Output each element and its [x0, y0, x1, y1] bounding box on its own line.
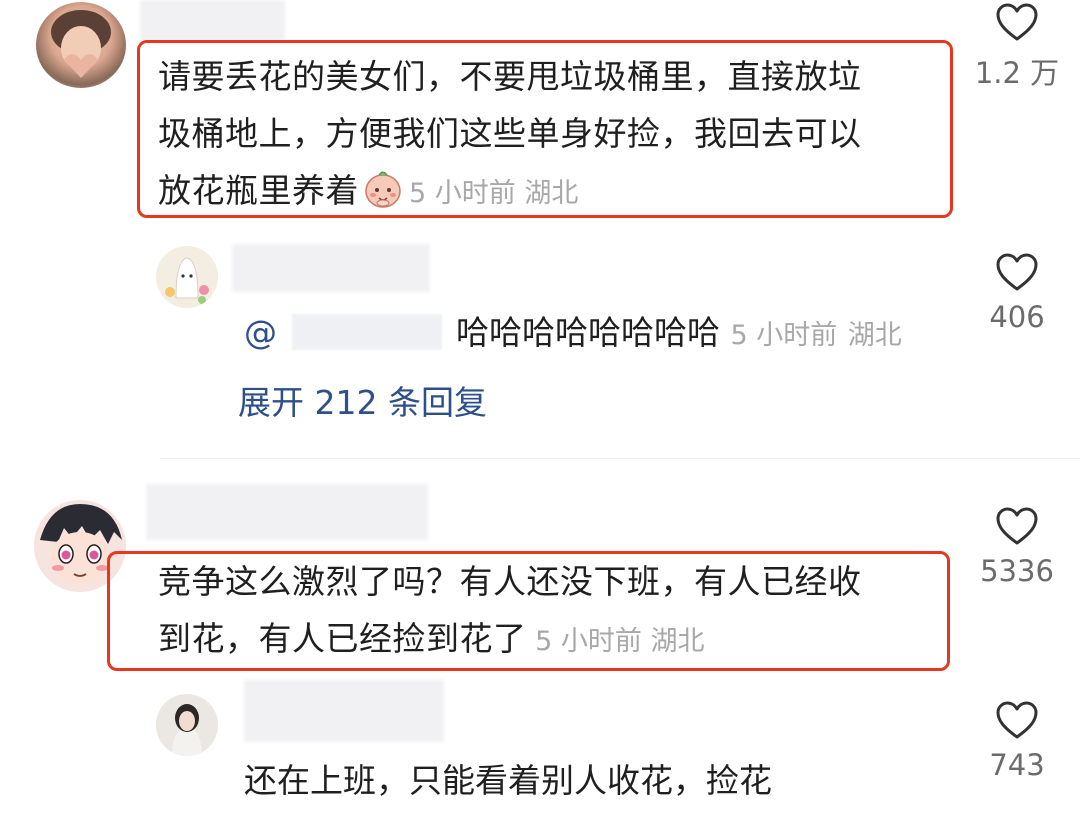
- reply-time: 5 小时前: [730, 320, 838, 351]
- username-redacted: [244, 680, 444, 742]
- heart-outline-icon: [996, 3, 1038, 41]
- like-button[interactable]: 1.2 万: [962, 2, 1072, 92]
- like-button[interactable]: 5336: [962, 506, 1072, 588]
- comment-text[interactable]: 竞争这么激烈了吗？有人还没下班，有人已经收 到花，有人已经捡到花了 5 小时前 …: [158, 553, 938, 670]
- avatar-photo: [51, 10, 111, 78]
- comment-line: 圾桶地上，方便我们这些单身好捡，我回去可以: [158, 114, 862, 153]
- avatar-photo: [156, 694, 218, 756]
- mention-name-redacted: [291, 314, 442, 350]
- comment-line-end: 到花，有人已经捡到花了: [158, 619, 527, 658]
- like-button[interactable]: 743: [962, 700, 1072, 782]
- meta-spacer: [527, 626, 536, 657]
- username-redacted: [140, 0, 285, 40]
- reply-text[interactable]: 还在上班，只能看着别人收花，捡花: [244, 754, 772, 802]
- like-count: 1.2 万: [974, 56, 1060, 90]
- comment-line: 到花，有人已经捡到花了 5 小时前 湖北: [158, 610, 938, 670]
- username-redacted: [146, 484, 428, 540]
- comment-line: 放花瓶里养着 5 小时前 湖北: [158, 162, 938, 227]
- username-redacted: [232, 244, 430, 292]
- reply-text[interactable]: @ 哈哈哈哈哈哈哈哈 5 小时前 湖北: [244, 306, 902, 354]
- comment-time: 5 小时前: [409, 178, 516, 209]
- like-count: 406: [989, 300, 1045, 334]
- avatar-illustration: [156, 246, 218, 308]
- like-count: 5336: [980, 554, 1054, 588]
- heart-outline-icon: [996, 507, 1038, 545]
- comment-text[interactable]: 请要丢花的美女们，不要甩垃圾桶里，直接放垃 圾桶地上，方便我们这些单身好捡，我回…: [158, 48, 938, 227]
- like-count: 743: [989, 748, 1045, 782]
- comment-location: 湖北: [524, 178, 579, 209]
- comment-line: 竞争这么激烈了吗？有人还没下班，有人已经收: [158, 562, 862, 601]
- avatar[interactable]: [36, 2, 126, 88]
- comment-location: 湖北: [650, 626, 705, 657]
- like-button[interactable]: 406: [962, 252, 1072, 334]
- heart-outline-icon: [996, 253, 1038, 291]
- comment-line-end: 放花瓶里养着: [158, 171, 359, 210]
- expand-replies-link[interactable]: 展开 212 条回复: [238, 376, 487, 424]
- comment-time: 5 小时前: [535, 626, 642, 657]
- heart-outline-icon: [996, 701, 1038, 739]
- reply-content: 哈哈哈哈哈哈哈哈: [456, 313, 720, 352]
- divider: [160, 458, 1080, 459]
- reply-location: 湖北: [847, 320, 902, 351]
- shy-peach-emoji-icon: [361, 166, 405, 227]
- comment-line: 请要丢花的美女们，不要甩垃圾桶里，直接放垃: [158, 57, 862, 96]
- avatar[interactable]: [156, 694, 218, 756]
- avatar[interactable]: [156, 246, 218, 308]
- mention-at: @: [244, 313, 277, 352]
